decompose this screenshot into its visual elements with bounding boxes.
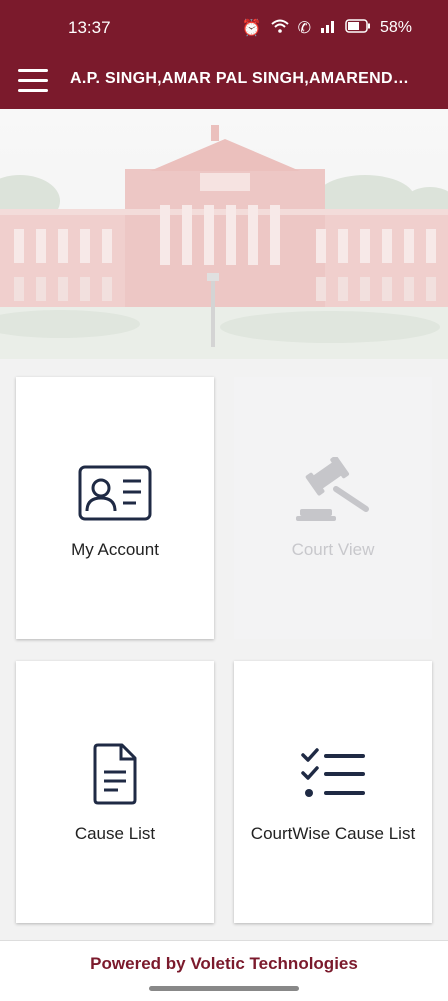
signal-icon — [320, 19, 336, 38]
alarm-icon: ⏰ — [241, 20, 262, 37]
status-bar: 13:37 ⏰ ✆ 58% — [0, 0, 448, 56]
cause-list-tile[interactable]: Cause List — [16, 661, 214, 923]
my-account-tile[interactable]: My Account — [16, 377, 214, 639]
hamburger-menu-icon[interactable] — [18, 69, 48, 93]
wifi-icon — [270, 19, 289, 38]
battery-percent: 58% — [379, 19, 412, 36]
gavel-icon — [296, 457, 369, 521]
page-title: A.P. SINGH,AMAR PAL SINGH,AMARENDRA KUMA… — [70, 70, 414, 87]
cause-list-label: Cause List — [74, 824, 156, 843]
document-icon — [93, 743, 137, 805]
status-time: 13:37 — [68, 18, 111, 37]
id-card-icon — [78, 465, 152, 521]
footer: Powered by Voletic Technologies — [0, 940, 448, 1001]
home-indicator[interactable] — [149, 986, 299, 991]
court-view-tile[interactable]: Court View — [234, 377, 432, 639]
court-view-label: Court View — [291, 540, 375, 559]
call-icon: ✆ — [297, 20, 311, 37]
powered-by-text: Powered by Voletic Technologies — [90, 954, 358, 973]
my-account-label: My Account — [71, 540, 159, 559]
app-bar: A.P. SINGH,AMAR PAL SINGH,AMARENDRA KUMA… — [0, 56, 448, 109]
courtwise-cause-list-label: CourtWise Cause List — [250, 824, 416, 843]
checklist-icon — [301, 748, 365, 797]
court-building-banner — [0, 109, 448, 359]
battery-icon — [345, 18, 371, 38]
status-icons: ⏰ ✆ 58% — [242, 18, 412, 38]
courtwise-cause-list-tile[interactable]: CourtWise Cause List — [234, 661, 432, 923]
